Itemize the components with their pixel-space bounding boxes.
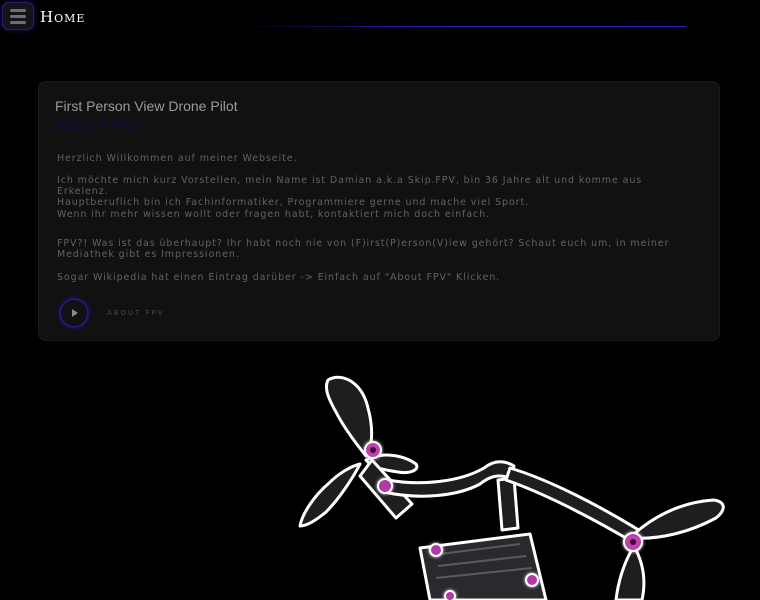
about-fpv-link[interactable]: ABOUT FPV bbox=[107, 309, 165, 317]
wiki-text: Sogar Wikipedia hat einen Eintrag darübe… bbox=[57, 272, 501, 283]
intro-text: Ich möchte mich kurz Vorstellen, mein Na… bbox=[57, 175, 643, 208]
welcome-text: Herzlich Willkommen auf meiner Webseite. bbox=[57, 153, 298, 164]
hamburger-icon-bar bbox=[10, 14, 26, 18]
nav-home-link[interactable]: Home bbox=[40, 8, 85, 26]
intro-card: First Person View Drone Pilot Skip.FPV H… bbox=[38, 81, 720, 341]
menu-button[interactable] bbox=[2, 2, 34, 30]
hamburger-icon bbox=[10, 8, 26, 12]
drone-arm-right bbox=[504, 466, 644, 546]
fpv-text: FPV?! Was ist das überhaupt? Ihr habt no… bbox=[57, 238, 670, 260]
hamburger-icon-bar bbox=[10, 20, 26, 24]
card-subtitle: First Person View Drone Pilot bbox=[55, 98, 238, 114]
about-fpv-play-button[interactable] bbox=[59, 298, 89, 328]
card-title: Skip.FPV bbox=[54, 116, 137, 137]
fpv-drone-illustration bbox=[298, 375, 725, 600]
contact-text: Wenn ihr mehr wissen wollt oder fragen h… bbox=[57, 209, 491, 220]
nav-divider bbox=[240, 26, 686, 27]
play-icon bbox=[72, 309, 78, 317]
